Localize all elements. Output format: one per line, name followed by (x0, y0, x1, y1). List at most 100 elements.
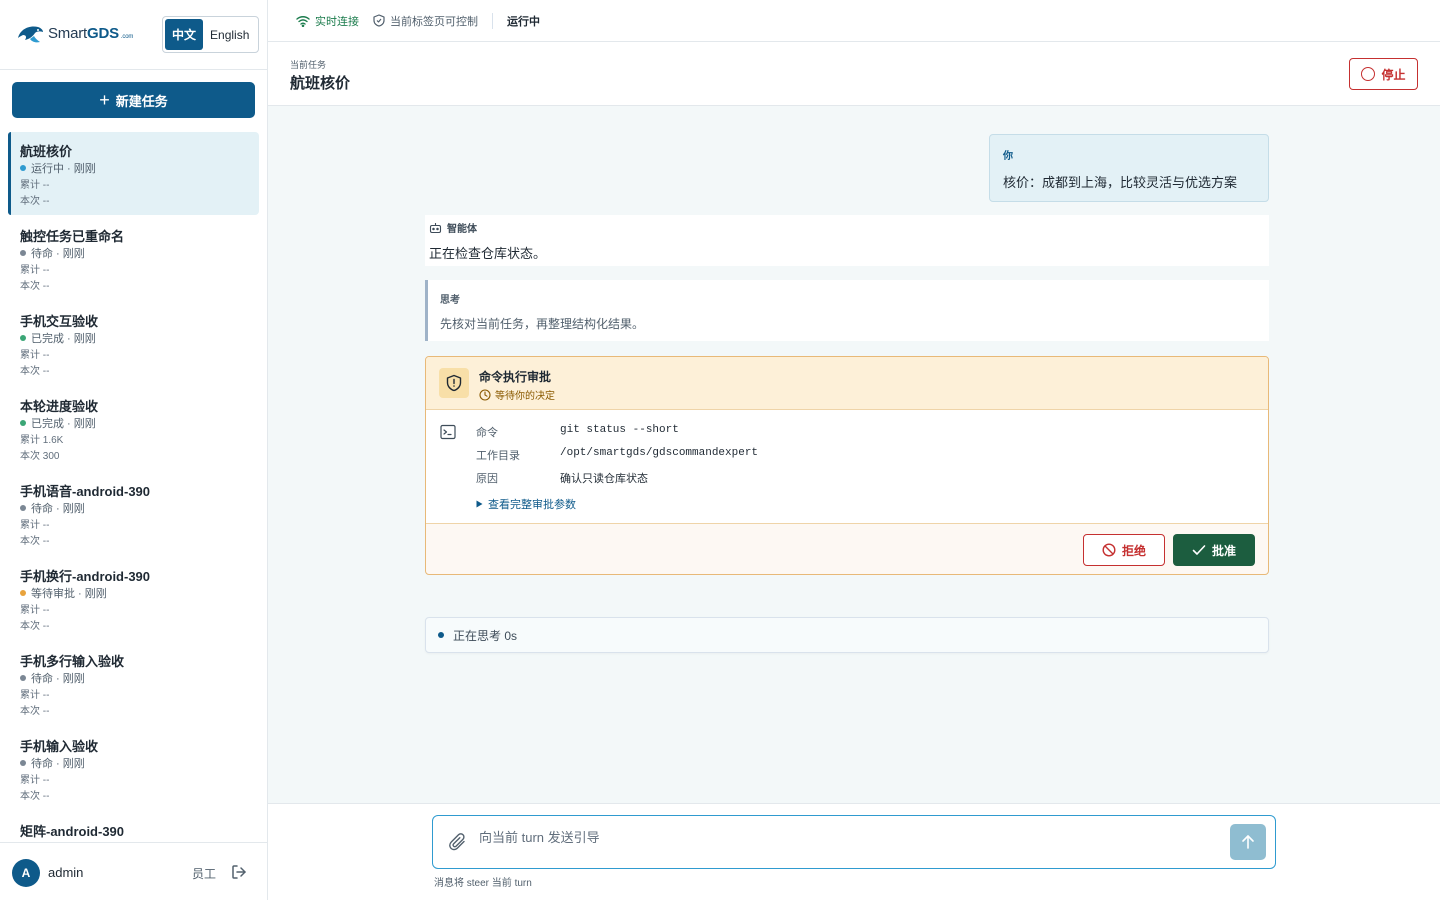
user-message: 你 核价：成都到上海，比较灵活与优选方案 (989, 134, 1269, 202)
message-input[interactable] (479, 830, 1219, 845)
task-current: 本次 -- (20, 791, 50, 802)
task-list-item[interactable]: 手机交互验收 已完成 · 刚刚 累计 -- 本次 -- (8, 302, 259, 385)
control-status: 当前标签页可控制 (373, 13, 478, 29)
task-total: 累计 -- (20, 265, 50, 276)
agent-message: 智能体 正在检查仓库状态。 (425, 215, 1269, 266)
task-current: 本次 -- (20, 706, 50, 717)
task-status-text: 已完成 · 刚刚 (31, 332, 96, 345)
current-task-label: 当前任务 (290, 60, 327, 70)
dolphin-logo-icon (18, 26, 43, 43)
task-list-item[interactable]: 手机多行输入验收待命 · 刚刚累计 -- 本次 -- (8, 642, 259, 725)
brand-header: SmartGDS .com 中文 English (0, 0, 267, 70)
task-status-text: 待命 · 刚刚 (31, 247, 85, 260)
task-current: 本次 -- (20, 366, 50, 377)
task-current: 本次 -- (20, 536, 50, 547)
avatar[interactable]: A (12, 859, 40, 887)
task-status: 已完成 · 刚刚 (20, 415, 247, 430)
task-list-item[interactable]: 矩阵-android-390 (8, 812, 259, 842)
status-dot (20, 589, 26, 596)
view-full-params-link[interactable]: 查看完整审批参数 (476, 496, 576, 512)
robot-icon (429, 222, 442, 233)
stop-label: 停止 (1381, 67, 1406, 82)
approve-button[interactable]: 批准 (1173, 534, 1255, 566)
user-message-label: 你 (1003, 151, 1013, 162)
reject-label: 拒绝 (1121, 543, 1146, 558)
composer-area: 消息将 steer 当前 turn (268, 803, 1440, 900)
task-total: 累计 -- (20, 520, 50, 531)
task-status-text: 待命 · 刚刚 (31, 757, 85, 770)
approval-subtitle-text: 等待你的决定 (495, 391, 555, 402)
approval-title: 命令执行审批 (479, 370, 552, 384)
task-list-item[interactable]: 手机换行-android-390 等待审批 · 刚刚 累计 -- 本次 -- (8, 557, 259, 640)
task-title: 本轮进度验收 (20, 399, 99, 414)
task-status: 已完成 · 刚刚 (20, 330, 247, 345)
command-value: git status --short (560, 424, 679, 436)
task-current: 本次 -- (20, 621, 50, 632)
sidebar: SmartGDS .com 中文 English + 新建任务 航班核价运行中 ·… (0, 0, 268, 900)
approval-card: 命令执行审批 等待你的决定 命令 git status --short 工作目录… (425, 356, 1269, 575)
thinking-status: 正在思考 0s (425, 617, 1269, 653)
shield-check-icon (373, 14, 385, 27)
status-dot (20, 504, 26, 511)
task-list-item[interactable]: 手机语音-android-390 待命 · 刚刚 累计 -- 本次 -- (8, 472, 259, 555)
task-current: 本次 300 (20, 451, 60, 462)
agent-message-text: 正在检查仓库状态。 (429, 246, 547, 261)
reject-button[interactable]: 拒绝 (1083, 534, 1165, 566)
task-total: 累计 -- (20, 350, 50, 361)
task-title: 手机换行-android-390 (20, 569, 151, 584)
task-status: 等待审批 · 刚刚 (20, 585, 247, 600)
logo-text: SmartGDS .com (48, 24, 134, 42)
new-task-label: 新建任务 (115, 93, 168, 109)
lang-en-button[interactable]: English (203, 19, 256, 50)
task-list-item[interactable]: 本轮进度验收 已完成 · 刚刚 累计 1.6K 本次 300 (8, 387, 259, 470)
status-dot (20, 249, 26, 256)
shield-alert-icon (439, 368, 469, 398)
approval-header: 命令执行审批 等待你的决定 (426, 357, 1268, 410)
approval-body: 命令 git status --short 工作目录 /opt/smartgds… (426, 410, 1268, 524)
control-label: 当前标签页可控制 (390, 15, 478, 28)
task-current: 本次 -- (20, 281, 50, 292)
user-name: admin (48, 865, 84, 880)
task-list-item[interactable]: 航班核价 运行中 · 刚刚 累计 -- 本次 -- (8, 132, 259, 215)
command-key: 命令 (476, 427, 498, 439)
task-status-text: 待命 · 刚刚 (31, 672, 85, 685)
terminal-icon (440, 424, 456, 440)
task-status: 运行中 · 刚刚 (20, 160, 247, 175)
logout-icon[interactable] (230, 863, 248, 881)
cwd-value: /opt/smartgds/gdscommandexpert (560, 447, 759, 459)
status-dot (20, 759, 26, 766)
top-status-bar: 实时连接 当前标签页可控制 运行中 (268, 0, 1440, 42)
user-bar: A admin 员工 (0, 842, 267, 900)
connection-status: 实时连接 (296, 13, 359, 29)
thinking-block: 思考 先核对当前任务，再整理结构化结果。 (425, 280, 1269, 341)
task-current: 本次 -- (20, 196, 50, 207)
user-role: 员工 (192, 867, 217, 881)
task-title: 航班核价 (20, 144, 73, 159)
task-status-text: 运行中 · 刚刚 (31, 162, 96, 175)
stop-circle-icon (1361, 67, 1376, 81)
task-total: 累计 -- (20, 775, 50, 786)
send-button[interactable] (1230, 824, 1266, 860)
arrow-up-icon (1242, 835, 1254, 849)
status-dot (20, 419, 26, 426)
reason-key: 原因 (476, 473, 498, 485)
task-status-text: 已完成 · 刚刚 (31, 417, 96, 430)
task-total: 累计 -- (20, 690, 50, 701)
task-list-item[interactable]: 触控任务已重命名待命 · 刚刚累计 -- 本次 -- (8, 217, 259, 300)
paperclip-icon[interactable] (449, 832, 467, 852)
cwd-key: 工作目录 (476, 450, 520, 462)
reason-value: 确认只读仓库状态 (560, 473, 648, 485)
task-title: 触控任务已重命名 (20, 229, 125, 244)
task-title: 手机语音-android-390 (20, 484, 151, 499)
task-title: 手机多行输入验收 (20, 654, 125, 669)
task-list-item[interactable]: 手机输入验收 待命 · 刚刚 累计 -- 本次 -- (8, 727, 259, 810)
clock-icon (479, 388, 491, 401)
lang-zh-button[interactable]: 中文 (165, 19, 204, 50)
task-status: 待命 · 刚刚 (20, 245, 247, 260)
smartgds-logo[interactable]: SmartGDS .com (16, 22, 133, 44)
new-task-button[interactable]: + 新建任务 (12, 82, 255, 118)
stop-button[interactable]: 停止 (1349, 58, 1418, 90)
approval-actions: 拒绝 批准 (426, 524, 1268, 574)
connection-label: 实时连接 (315, 15, 359, 28)
thinking-label: 思考 (440, 295, 460, 306)
